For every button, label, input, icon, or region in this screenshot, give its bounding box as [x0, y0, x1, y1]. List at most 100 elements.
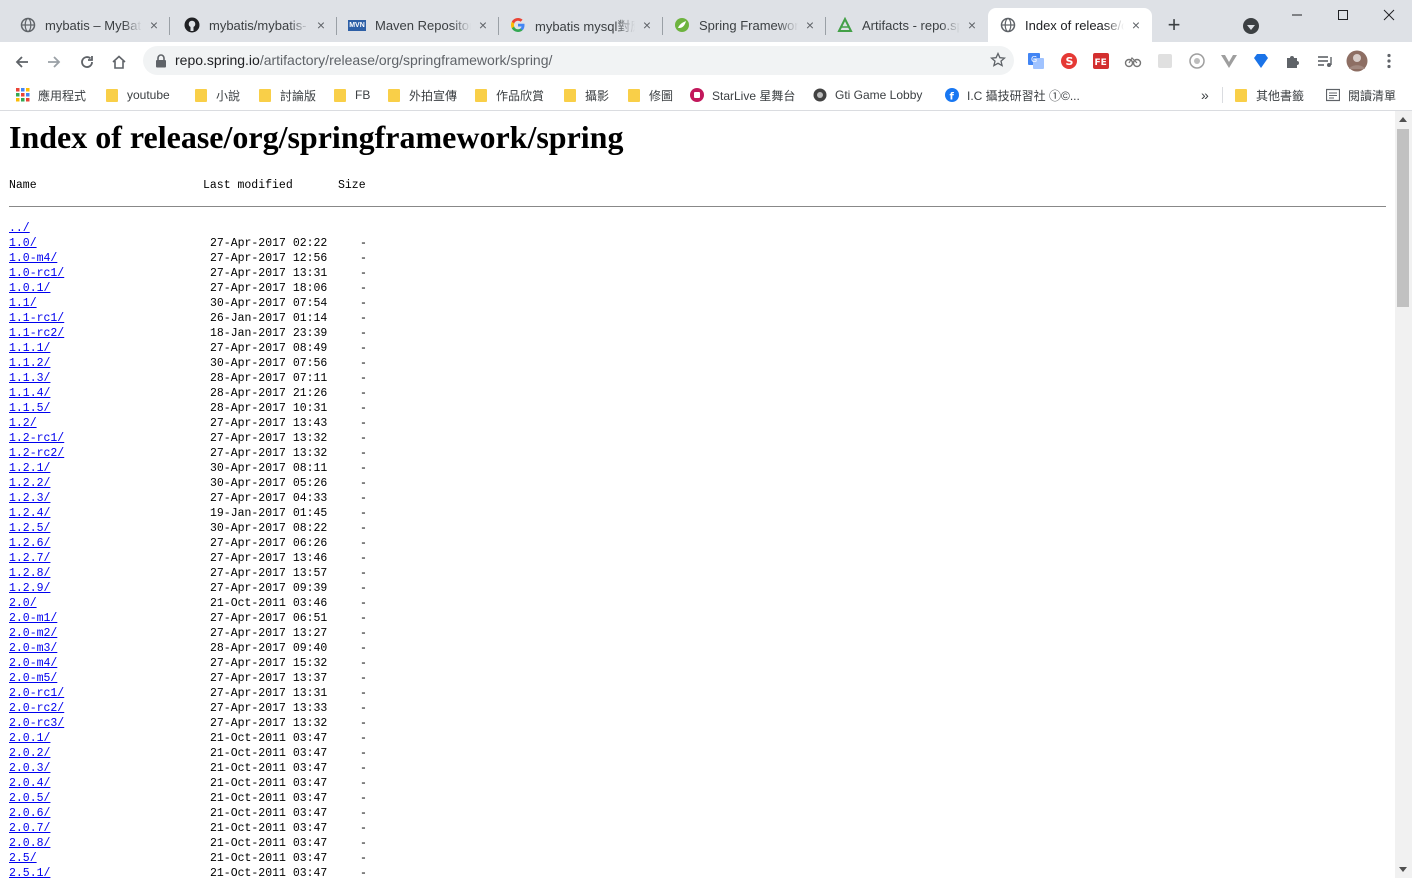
directory-link[interactable]: 1.2.4/ [9, 507, 50, 520]
media-control-icon[interactable] [1316, 52, 1334, 70]
directory-link[interactable]: 1.0-rc1/ [9, 267, 64, 280]
scrollbar-thumb[interactable] [1397, 129, 1409, 307]
directory-link[interactable]: 1.1/ [9, 297, 37, 310]
directory-link[interactable]: 2.5/ [9, 852, 37, 865]
directory-link[interactable]: 2.0.3/ [9, 762, 50, 775]
home-button[interactable] [105, 48, 133, 76]
tab-github[interactable]: mybatis/mybatis- × [170, 8, 337, 42]
close-window-button[interactable] [1366, 0, 1412, 30]
minimize-button[interactable] [1274, 0, 1320, 30]
bookmark-folder-outdoor[interactable]: 外拍宣傳 [387, 86, 457, 104]
directory-link[interactable]: 1.1.1/ [9, 342, 50, 355]
directory-link[interactable]: 1.2.8/ [9, 567, 50, 580]
directory-link[interactable]: 1.0.1/ [9, 282, 50, 295]
directory-link[interactable]: 2.0-rc1/ [9, 687, 64, 700]
directory-link[interactable]: 1.2.3/ [9, 492, 50, 505]
directory-link[interactable]: 2.0.2/ [9, 747, 50, 760]
fe-extension-icon[interactable]: FE [1092, 52, 1110, 70]
tab-google[interactable]: mybatis mysql對應 × [499, 8, 663, 42]
lock-icon[interactable] [155, 54, 167, 68]
directory-link[interactable]: 1.1.3/ [9, 372, 50, 385]
back-button[interactable] [8, 48, 36, 76]
directory-link[interactable]: 2.0-m1/ [9, 612, 57, 625]
directory-link[interactable]: 2.0.4/ [9, 777, 50, 790]
cycle-extension-icon[interactable] [1124, 52, 1142, 70]
scroll-down-arrow-icon[interactable] [1399, 867, 1407, 872]
bookmark-folder-novel[interactable]: 小說 [194, 86, 240, 104]
close-icon[interactable]: × [802, 17, 818, 33]
bookmark-apps[interactable]: 應用程式 [16, 86, 86, 104]
bookmark-gti-game-lobby[interactable]: Gti Game Lobby [813, 86, 922, 104]
directory-link[interactable]: 2.0.8/ [9, 837, 50, 850]
bookmark-folder-photo[interactable]: 攝影 [563, 86, 609, 104]
directory-link[interactable]: 2.5.1/ [9, 867, 50, 878]
directory-link[interactable]: 1.2.1/ [9, 462, 50, 475]
directory-link[interactable]: 1.2.2/ [9, 477, 50, 490]
avatar[interactable] [1346, 50, 1368, 72]
directory-link[interactable]: 1.1.4/ [9, 387, 50, 400]
bookmark-folder-youtube[interactable]: youtube [105, 86, 170, 104]
directory-link[interactable]: 2.0.7/ [9, 822, 50, 835]
tab-index-release[interactable]: Index of release/o × [988, 8, 1152, 42]
close-icon[interactable]: × [146, 17, 162, 33]
close-icon[interactable]: × [639, 17, 655, 33]
tab-mybatis[interactable]: mybatis – MyBatis × [0, 8, 170, 42]
diamond-extension-icon[interactable] [1252, 52, 1270, 70]
scroll-up-arrow-icon[interactable] [1399, 117, 1407, 122]
parent-directory-link[interactable]: ../ [9, 222, 30, 235]
bookmark-other[interactable]: 其他書籤 [1234, 86, 1304, 104]
translate-extension-icon[interactable]: G [1027, 52, 1045, 70]
directory-link[interactable]: 2.0-m3/ [9, 642, 57, 655]
bookmark-ic-club[interactable]: f I.C 攝技研習社 ①©... [945, 86, 1080, 104]
bookmark-folder-works[interactable]: 作品欣賞 [474, 86, 544, 104]
forward-button[interactable] [40, 48, 68, 76]
directory-link[interactable]: 1.0-m4/ [9, 252, 57, 265]
s-extension-icon[interactable]: S [1060, 52, 1078, 70]
directory-link[interactable]: 1.2-rc2/ [9, 447, 64, 460]
directory-link[interactable]: 2.0-m4/ [9, 657, 57, 670]
directory-link[interactable]: 1.1.2/ [9, 357, 50, 370]
directory-link[interactable]: 2.0-m2/ [9, 627, 57, 640]
tab-artifacts[interactable]: Artifacts - repo.sp × [826, 8, 988, 42]
bookmark-starlive[interactable]: StarLive 星舞台 [690, 86, 795, 104]
directory-link[interactable]: 1.2-rc1/ [9, 432, 64, 445]
directory-link[interactable]: 2.0-m5/ [9, 672, 57, 685]
close-icon[interactable]: × [964, 17, 980, 33]
directory-link[interactable]: 1.2/ [9, 417, 37, 430]
directory-link[interactable]: 2.0-rc2/ [9, 702, 64, 715]
directory-link[interactable]: 1.2.5/ [9, 522, 50, 535]
directory-link[interactable]: 2.0.6/ [9, 807, 50, 820]
bookmark-folder-retouch[interactable]: 修圖 [627, 86, 673, 104]
reading-list-button[interactable]: 閱讀清單 [1326, 86, 1396, 104]
menu-kebab-icon[interactable] [1380, 52, 1398, 70]
vue-extension-icon[interactable] [1220, 52, 1238, 70]
tab-maven[interactable]: MVN Maven Repository × [337, 8, 499, 42]
directory-link[interactable]: 1.1-rc2/ [9, 327, 64, 340]
bookmarks-overflow-button[interactable]: » [1201, 86, 1209, 104]
bookmark-folder-forum[interactable]: 討論版 [258, 86, 316, 104]
vertical-scrollbar[interactable] [1395, 111, 1412, 878]
address-bar[interactable]: repo.spring.io/artifactory/release/org/s… [143, 46, 1014, 75]
puzzle-extensions-icon[interactable] [1284, 52, 1302, 70]
directory-link[interactable]: 1.0/ [9, 237, 37, 250]
directory-link[interactable]: 2.0/ [9, 597, 37, 610]
close-icon[interactable]: × [1128, 17, 1144, 33]
reload-button[interactable] [73, 48, 101, 76]
bookmark-folder-fb[interactable]: FB [333, 86, 370, 104]
new-tab-button[interactable]: + [1163, 12, 1185, 37]
bookmark-star-icon[interactable] [990, 52, 1006, 68]
directory-link[interactable]: 1.2.7/ [9, 552, 50, 565]
maximize-button[interactable] [1320, 0, 1366, 30]
directory-link[interactable]: 2.0-rc3/ [9, 717, 64, 730]
close-icon[interactable]: × [475, 17, 491, 33]
directory-link[interactable]: 2.0.1/ [9, 732, 50, 745]
directory-link[interactable]: 1.2.6/ [9, 537, 50, 550]
tab-search-icon[interactable] [1243, 18, 1259, 34]
close-icon[interactable]: × [313, 17, 329, 33]
directory-link[interactable]: 1.2.9/ [9, 582, 50, 595]
camera-extension-icon[interactable] [1188, 52, 1206, 70]
directory-link[interactable]: 1.1.5/ [9, 402, 50, 415]
tab-spring[interactable]: Spring Framework × [663, 8, 826, 42]
directory-link[interactable]: 1.1-rc1/ [9, 312, 64, 325]
blank-extension-icon[interactable] [1156, 52, 1174, 70]
